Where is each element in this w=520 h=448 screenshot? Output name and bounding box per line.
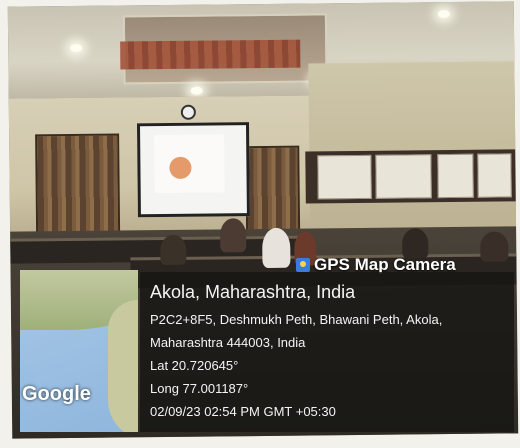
google-map-label: Google [22, 383, 91, 405]
longitude: Long 77.001187° [150, 381, 249, 396]
location-title: Akola, Maharashtra, India [150, 282, 356, 302]
seated-person [480, 231, 509, 262]
ceiling-decor [120, 39, 301, 70]
address-line-1: P2C2+8F5, Deshmukh Peth, Bhawani Peth, A… [150, 312, 443, 327]
cabinet-door [437, 153, 474, 199]
mini-map: Google [20, 270, 138, 432]
timestamp: 02/09/23 02:54 PM GMT +05:30 [150, 404, 336, 419]
location-info-panel: Akola, Maharashtra, India P2C2+8F5, Desh… [140, 272, 514, 432]
seated-person [219, 218, 247, 253]
latitude: Lat 20.720645° [150, 358, 239, 373]
gps-overlay: Google Akola, Maharashtra, India P2C2+8F… [20, 270, 514, 432]
slide-graphic [169, 156, 192, 179]
cabinet-door [375, 154, 432, 199]
window-curtain [35, 133, 121, 237]
cabinet-door [477, 153, 512, 198]
wall-clock [180, 104, 196, 120]
cabinet-door [317, 154, 372, 200]
address-line-2: Maharashtra 444003, India [150, 335, 306, 350]
seated-person [160, 234, 187, 266]
map-land [108, 300, 138, 432]
wall-cabinet [305, 149, 516, 204]
window-curtain [245, 145, 301, 235]
seated-person [262, 227, 291, 269]
